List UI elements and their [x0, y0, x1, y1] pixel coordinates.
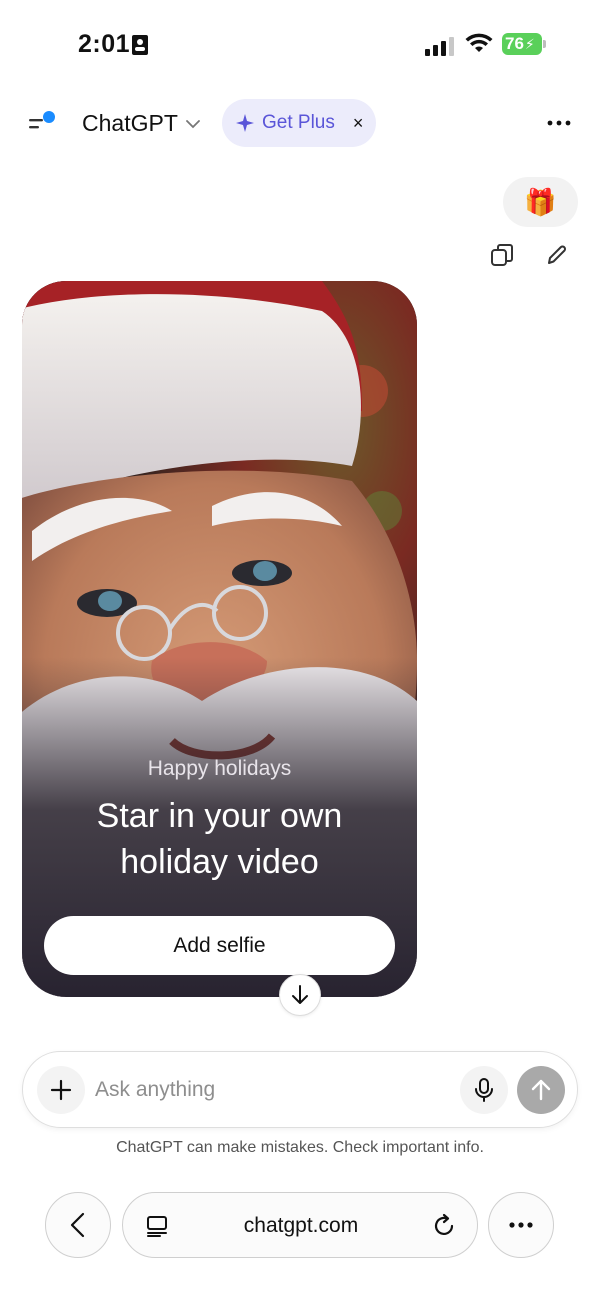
scroll-to-bottom-button[interactable] — [279, 974, 321, 1016]
gift-emoji: 🎁 — [524, 186, 557, 217]
status-bar: 2:01 76 ⚡ — [0, 0, 600, 90]
microphone-icon — [475, 1078, 493, 1102]
holiday-video-card[interactable]: Happy holidays Star in your own holiday … — [22, 281, 417, 997]
pencil-icon[interactable] — [544, 242, 570, 268]
cellular-signal-icon — [425, 37, 454, 56]
card-title-line-1: Star in your own — [96, 797, 343, 835]
user-message-bubble: 🎁 — [503, 177, 578, 227]
card-title-line-2: holiday video — [120, 843, 319, 881]
get-plus-button[interactable]: Get Plus × — [222, 99, 376, 147]
url-text: chatgpt.com — [243, 1214, 359, 1237]
sidebar-menu-icon[interactable] — [27, 108, 59, 136]
arrow-down-icon — [292, 985, 308, 1004]
card-eyebrow: Happy holidays — [147, 757, 292, 780]
arrow-up-icon — [531, 1079, 551, 1101]
chevron-left-icon — [70, 1212, 85, 1238]
charging-bolt-icon: ⚡ — [524, 35, 535, 52]
get-plus-label: Get Plus — [262, 112, 335, 133]
add-selfie-button[interactable]: Add selfie — [44, 916, 395, 975]
ellipsis-icon[interactable] — [544, 118, 574, 128]
attach-button[interactable] — [37, 1066, 85, 1114]
battery-cap — [543, 40, 546, 48]
send-button[interactable] — [517, 1066, 565, 1114]
wifi-icon — [465, 33, 493, 52]
copy-icon[interactable] — [489, 242, 515, 268]
disclaimer-text: ChatGPT can make mistakes. Check importa… — [116, 1139, 484, 1156]
app-header: ChatGPT Get Plus × — [0, 96, 600, 152]
card-title: Star in your own holiday video — [22, 793, 417, 885]
contact-card-icon — [132, 35, 148, 55]
battery-level: 76 — [505, 34, 524, 53]
message-input[interactable] — [95, 1072, 455, 1108]
close-icon[interactable]: × — [353, 113, 364, 134]
browser-more-button[interactable] — [488, 1192, 554, 1258]
battery-indicator: 76 ⚡ — [502, 33, 542, 55]
message-composer — [22, 1051, 578, 1128]
plus-icon — [50, 1079, 72, 1101]
model-selector[interactable]: ChatGPT — [82, 110, 200, 137]
browser-back-button[interactable] — [45, 1192, 111, 1258]
sparkle-icon — [236, 114, 254, 132]
address-bar[interactable]: chatgpt.com — [122, 1192, 478, 1258]
ellipsis-icon — [509, 1222, 533, 1228]
chevron-down-icon — [185, 119, 200, 128]
reload-icon[interactable] — [431, 1213, 457, 1239]
status-time: 2:01 — [78, 30, 131, 58]
app-title: ChatGPT — [82, 110, 178, 136]
voice-input-button[interactable] — [460, 1066, 508, 1114]
